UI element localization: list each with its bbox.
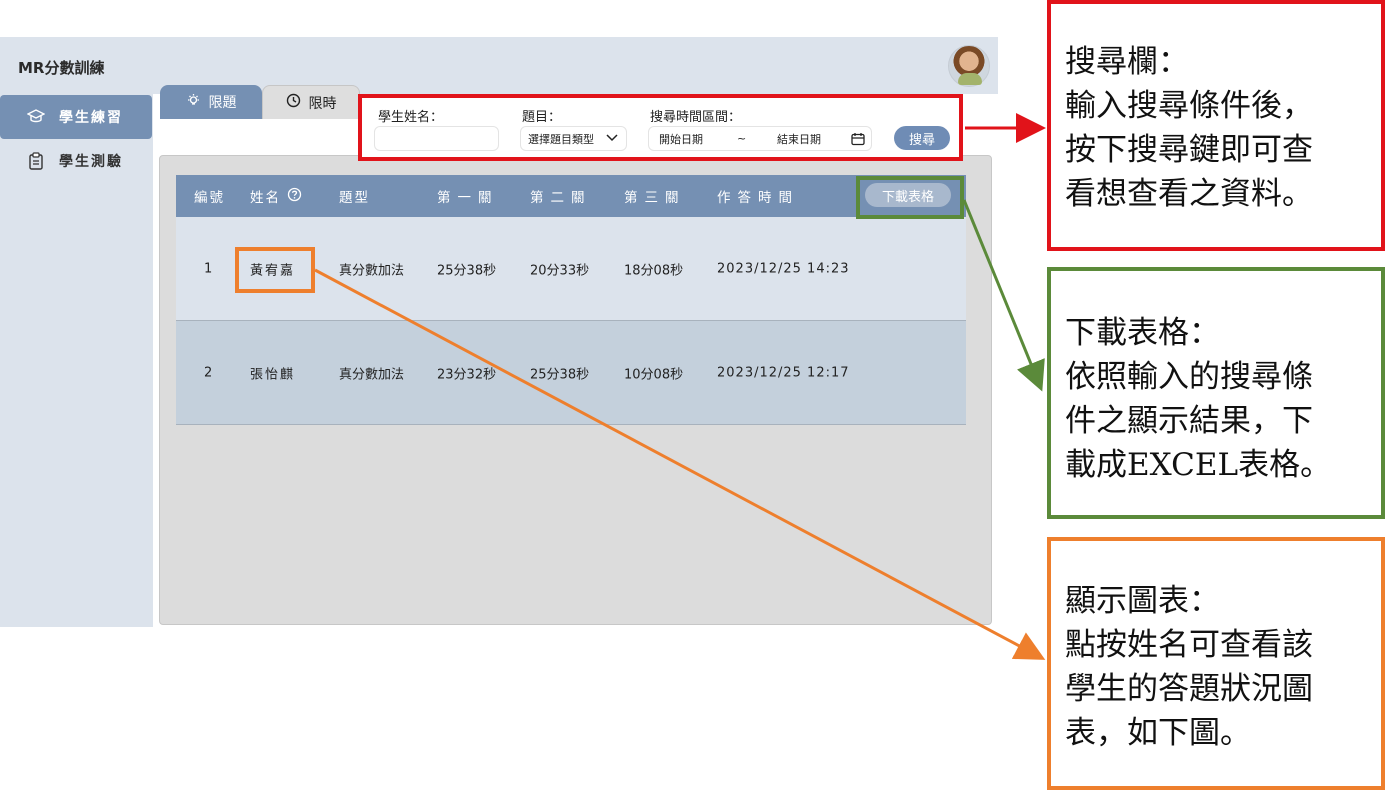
annotation-line: 表，如下圖。 [1065, 715, 1251, 751]
name-arrow [314, 268, 1046, 660]
annotation-line: 載成EXCEL表格。 [1065, 447, 1332, 483]
download-arrow [962, 199, 1045, 392]
annotation-line: 點按姓名可查看該 [1065, 627, 1313, 663]
annotation-line: 件之顯示結果，下 [1065, 403, 1313, 439]
annotation-line: 搜尋欄： [1065, 44, 1189, 80]
download-annotation: 下載表格： 依照輸入的搜尋條 件之顯示結果，下 載成EXCEL表格。 [1047, 267, 1385, 519]
annotation-line: 看想查看之資料。 [1065, 176, 1313, 212]
stage: MR分數訓練 學生練習 學生測驗 限題 限時 學生姓名： 題目： 選擇題目類型 … [0, 0, 1389, 790]
annotation-line: 依照輸入的搜尋條 [1065, 359, 1313, 395]
annotation-line: 按下搜尋鍵即可查 [1065, 132, 1313, 168]
annotation-line: 顯示圖表： [1065, 583, 1220, 619]
annotation-line: 下載表格： [1065, 315, 1220, 351]
chart-annotation: 顯示圖表： 點按姓名可查看該 學生的答題狀況圖 表，如下圖。 [1047, 537, 1385, 790]
annotation-line: 學生的答題狀況圖 [1065, 671, 1313, 707]
search-annotation: 搜尋欄： 輸入搜尋條件後， 按下搜尋鍵即可查 看想查看之資料。 [1047, 0, 1385, 251]
annotation-line: 輸入搜尋條件後， [1065, 88, 1313, 124]
